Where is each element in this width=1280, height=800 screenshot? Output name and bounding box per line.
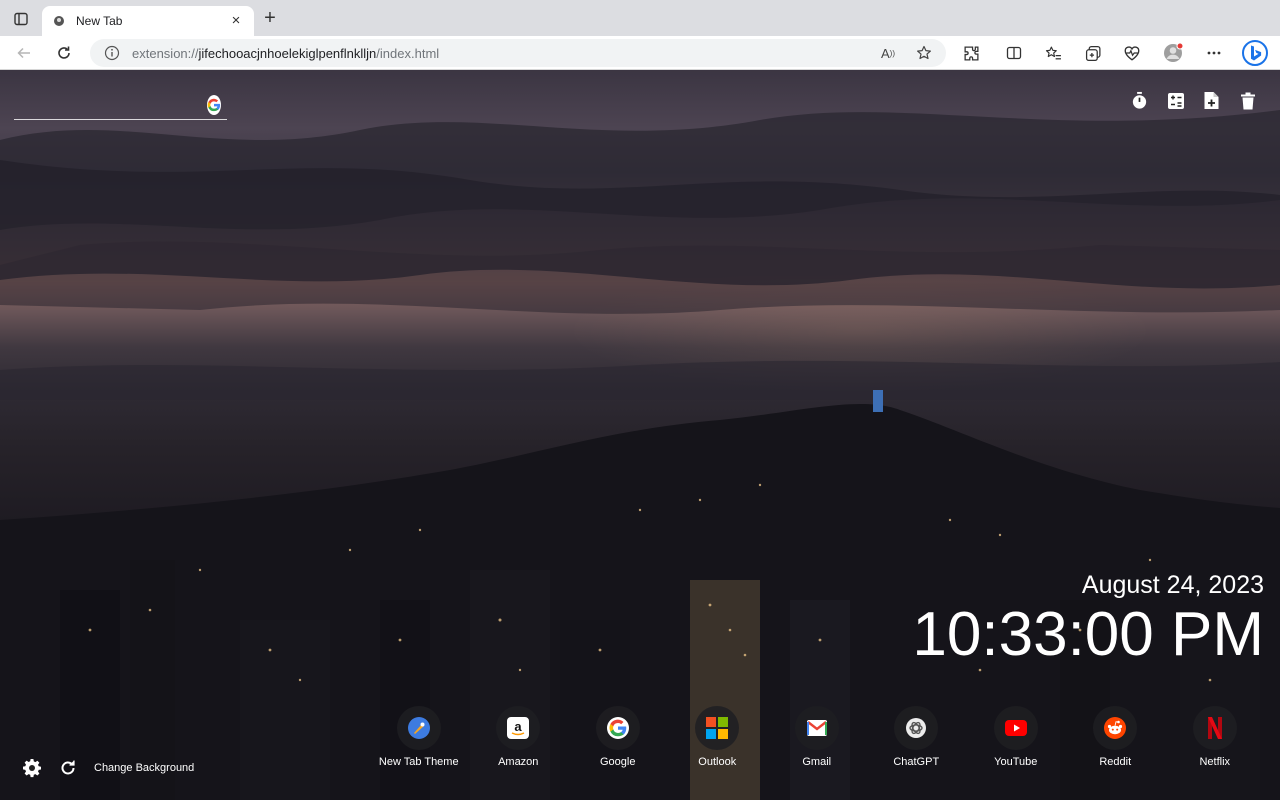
- new-tab-button[interactable]: +: [260, 8, 280, 29]
- calculator-button[interactable]: [1165, 90, 1186, 111]
- search-bar: [14, 90, 227, 120]
- more-dots-icon: [1207, 51, 1221, 55]
- split-screen-button[interactable]: [1002, 41, 1026, 65]
- google-search-engine-icon[interactable]: [207, 94, 221, 115]
- shortcut-bar: New Tab Theme a Amazon Google Outlook Gm…: [369, 706, 1265, 768]
- gear-icon: [23, 759, 41, 778]
- shortcut-tile[interactable]: a: [496, 706, 541, 750]
- netflix-icon: [1203, 716, 1227, 740]
- chatgpt-icon: [904, 716, 928, 740]
- back-arrow-icon: [17, 47, 30, 59]
- shortcut-label: YouTube: [994, 756, 1038, 768]
- shortcut-outlook[interactable]: Outlook: [668, 706, 768, 768]
- address-bar[interactable]: extension://jifechooacjnhoelekiglpenflnk…: [90, 39, 946, 67]
- clock-widget: August 24, 2023 10:33:00 PM: [912, 568, 1264, 668]
- gmail-icon: [805, 716, 829, 740]
- info-icon[interactable]: [104, 45, 120, 61]
- shortcut-tile[interactable]: [894, 706, 939, 750]
- shortcut-tile[interactable]: [695, 706, 740, 750]
- amazon-icon: a: [506, 716, 530, 740]
- search-input[interactable]: [14, 92, 207, 117]
- shortcut-tile[interactable]: [794, 706, 839, 750]
- shortcut-google[interactable]: Google: [568, 706, 668, 768]
- bing-copilot-icon: [1242, 40, 1268, 66]
- shortcut-label: Reddit: [1099, 756, 1132, 768]
- avatar: [1164, 42, 1184, 62]
- refresh-button[interactable]: [52, 41, 76, 65]
- bing-chat-button[interactable]: [1240, 38, 1270, 68]
- shortcut-label: ChatGPT: [893, 756, 940, 768]
- timer-button[interactable]: [1129, 90, 1150, 111]
- shortcut-tile[interactable]: [993, 706, 1038, 750]
- refresh-background-button[interactable]: [58, 758, 78, 778]
- new-tab-theme-icon: [407, 716, 431, 740]
- shortcut-amazon[interactable]: a Amazon: [469, 706, 569, 768]
- tab-actions-button[interactable]: [10, 8, 32, 30]
- shortcut-label: Netflix: [1199, 756, 1231, 768]
- url-path: /index.html: [376, 45, 440, 61]
- read-aloud-icon[interactable]: A)): [876, 41, 900, 65]
- shortcut-gmail[interactable]: Gmail: [767, 706, 867, 768]
- favorites-button[interactable]: [1041, 41, 1065, 65]
- bottom-left-controls: Change Background: [22, 758, 194, 778]
- split-screen-icon: [1006, 46, 1022, 60]
- top-tools: [1129, 90, 1258, 111]
- new-tab-page: August 24, 2023 10:33:00 PM New Tab Them…: [0, 70, 1280, 800]
- shortcut-tile[interactable]: [1093, 706, 1138, 750]
- collections-button[interactable]: [1081, 41, 1105, 65]
- browser-toolbar: extension://jifechooacjnhoelekiglpenflnk…: [0, 36, 1280, 70]
- shortcut-tile[interactable]: [396, 706, 441, 750]
- favorite-star-icon[interactable]: [912, 41, 936, 65]
- tab-new-tab[interactable]: New Tab ×: [42, 6, 254, 36]
- tab-title: New Tab: [76, 14, 123, 28]
- settings-button[interactable]: [22, 758, 42, 778]
- svg-text:a: a: [515, 719, 523, 734]
- shortcut-label: Gmail: [802, 756, 832, 768]
- shortcut-label: Google: [600, 756, 636, 768]
- current-time: 10:33:00 PM: [912, 600, 1264, 669]
- tab-strip: New Tab × +: [0, 0, 1280, 36]
- more-options-button[interactable]: [1202, 41, 1226, 65]
- stopwatch-icon: [1132, 91, 1147, 109]
- calculator-icon: [1167, 92, 1184, 109]
- shortcut-label: Outlook: [698, 756, 737, 768]
- url-text: extension://jifechooacjnhoelekiglpenflnk…: [132, 46, 864, 61]
- shortcut-label: Amazon: [498, 756, 539, 768]
- tab-actions-icon: [14, 12, 28, 26]
- current-date: August 24, 2023: [1081, 571, 1264, 599]
- add-note-button[interactable]: [1201, 90, 1222, 111]
- reddit-icon: [1103, 716, 1127, 740]
- url-host: jifechooacjnhoelekiglpenflnklljn: [198, 45, 377, 61]
- shortcut-new-tab-theme[interactable]: New Tab Theme: [369, 706, 469, 768]
- profile-button[interactable]: [1161, 41, 1185, 65]
- youtube-icon: [1004, 716, 1028, 740]
- collections-icon: [1085, 45, 1101, 61]
- shortcut-netflix[interactable]: Netflix: [1165, 706, 1265, 768]
- shortcut-label: New Tab Theme: [378, 756, 459, 768]
- note-add-icon: [1204, 92, 1219, 109]
- outlook-icon: [705, 716, 729, 740]
- shortcut-tile[interactable]: [595, 706, 640, 750]
- url-scheme: extension://: [132, 45, 199, 61]
- shortcut-reddit[interactable]: Reddit: [1066, 706, 1166, 768]
- heart-pulse-icon: [1124, 46, 1140, 61]
- back-button[interactable]: [12, 41, 36, 65]
- shortcut-chatgpt[interactable]: ChatGPT: [867, 706, 967, 768]
- extensions-button[interactable]: [959, 41, 983, 65]
- google-icon: [606, 716, 630, 740]
- shortcut-tile[interactable]: [1192, 706, 1237, 750]
- tab-close-icon[interactable]: ×: [228, 13, 244, 29]
- shortcut-youtube[interactable]: YouTube: [966, 706, 1066, 768]
- delete-button[interactable]: [1237, 90, 1258, 111]
- trash-icon: [1240, 92, 1255, 109]
- extensions-puzzle-icon: [963, 45, 979, 61]
- new-tab-favicon-icon: [52, 14, 66, 28]
- refresh-icon: [58, 46, 70, 59]
- refresh-icon: [61, 760, 75, 775]
- favorites-list-icon: [1045, 46, 1061, 59]
- performance-button[interactable]: [1120, 41, 1144, 65]
- change-background-link[interactable]: Change Background: [94, 762, 194, 774]
